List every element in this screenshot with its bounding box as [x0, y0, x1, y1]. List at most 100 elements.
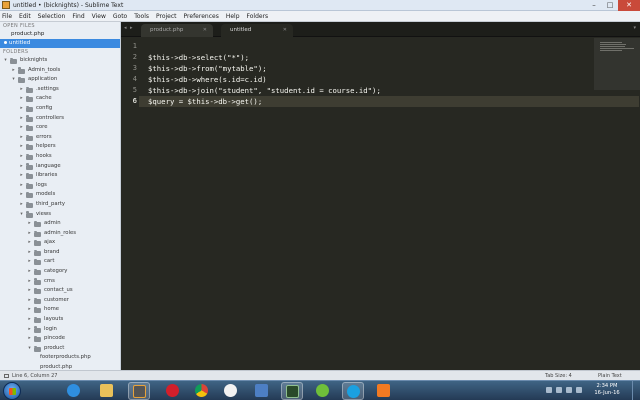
chevron-right-icon[interactable]: ▸ [19, 85, 24, 95]
minimize-button[interactable]: – [586, 0, 602, 11]
chevron-right-icon[interactable]: ▸ [19, 200, 24, 210]
tree-folder-item[interactable]: ▸ cms [0, 277, 120, 287]
tree-folder-item[interactable]: ▸ login [0, 325, 120, 335]
utorrent-icon[interactable] [311, 382, 333, 400]
close-button[interactable]: ✕ [618, 0, 640, 11]
chevron-right-icon[interactable]: ▸ [11, 66, 16, 76]
tree-folder-item[interactable]: ▸ brand [0, 248, 120, 258]
chevron-down-icon[interactable]: ▾ [19, 210, 24, 220]
tab-product-php[interactable]: product.php ✕ [141, 24, 213, 37]
panel-toggle-icon[interactable] [4, 373, 9, 378]
tree-folder-item[interactable]: ▸ logs [0, 181, 120, 191]
tree-folder-item[interactable]: ▸ customer [0, 296, 120, 306]
code-line[interactable]: $this->db->join("student", "student.id =… [148, 86, 381, 95]
code-line[interactable]: $this->db->select("*"); [148, 53, 249, 62]
chevron-right-icon[interactable]: ▸ [19, 152, 24, 162]
tree-folder-item[interactable]: ▸ .settings [0, 85, 120, 95]
maximize-button[interactable]: □ [602, 0, 618, 11]
tree-folder-item[interactable]: ▸ category [0, 267, 120, 277]
tree-folder-item[interactable]: ▸ cart [0, 257, 120, 267]
tree-folder-item[interactable]: ▸ home [0, 305, 120, 315]
menu-preferences[interactable]: Preferences [184, 13, 219, 20]
chrome-icon[interactable] [190, 382, 212, 400]
tree-folder-item[interactable]: ▸ controllers [0, 114, 120, 124]
tree-folder-item[interactable]: ▸ config [0, 104, 120, 114]
sublime-icon[interactable] [128, 382, 150, 400]
network-icon[interactable] [556, 387, 562, 393]
chevron-down-icon[interactable]: ▾ [11, 75, 16, 85]
code-line[interactable]: $this->db->where(s.id=c.id) [148, 75, 267, 84]
chevron-down-icon[interactable]: ▾ [27, 344, 32, 354]
smiley-icon[interactable] [219, 382, 241, 400]
tree-folder-item[interactable]: ▸ libraries [0, 171, 120, 181]
chevron-right-icon[interactable]: ▸ [27, 229, 32, 239]
menu-folders[interactable]: Folders [247, 13, 269, 20]
tab-scroll-left-icon[interactable]: ◂ [124, 25, 127, 31]
chevron-down-icon[interactable]: ▾ [3, 56, 8, 66]
tree-folder-item[interactable]: ▾ views [0, 210, 120, 220]
chevron-right-icon[interactable]: ▸ [27, 219, 32, 229]
tab-untitled[interactable]: untitled ✕ [221, 24, 293, 37]
chevron-right-icon[interactable]: ▸ [19, 190, 24, 200]
chevron-right-icon[interactable]: ▸ [27, 325, 32, 335]
minimap[interactable] [594, 38, 640, 90]
menu-goto[interactable]: Goto [113, 13, 127, 20]
code-line[interactable]: $query = $this->db->get(); [148, 97, 262, 106]
chevron-right-icon[interactable]: ▸ [27, 248, 32, 258]
chevron-right-icon[interactable]: ▸ [27, 267, 32, 277]
menu-find[interactable]: Find [72, 13, 84, 20]
tab-close-icon[interactable]: ✕ [283, 24, 287, 37]
tree-folder-item[interactable]: ▾ bicknights [0, 56, 120, 66]
tree-folder-item[interactable]: ▸ Admin_tools [0, 66, 120, 76]
tree-folder-item[interactable]: ▸ models [0, 190, 120, 200]
tree-folder-item[interactable]: ▸ cache [0, 94, 120, 104]
chevron-right-icon[interactable]: ▸ [19, 123, 24, 133]
chevron-right-icon[interactable]: ▸ [27, 315, 32, 325]
ie-icon[interactable] [62, 382, 84, 400]
menu-view[interactable]: View [92, 13, 106, 20]
battery-icon[interactable] [566, 387, 572, 393]
show-desktop-button[interactable] [632, 381, 640, 400]
menu-project[interactable]: Project [156, 13, 177, 20]
tree-folder-item[interactable]: ▸ errors [0, 133, 120, 143]
tree-folder-item[interactable]: ▸ helpers [0, 142, 120, 152]
code-line[interactable]: $this->db->from("mytable"); [148, 64, 267, 73]
explorer-icon[interactable] [95, 382, 117, 400]
tree-file-item[interactable]: product.php [0, 363, 120, 370]
menu-tools[interactable]: Tools [134, 13, 149, 20]
chevron-right-icon[interactable]: ▸ [19, 133, 24, 143]
skype-icon[interactable] [342, 382, 364, 400]
chevron-right-icon[interactable]: ▸ [19, 181, 24, 191]
open-file-item[interactable]: product.php [0, 30, 120, 39]
chevron-right-icon[interactable]: ▸ [19, 114, 24, 124]
tray-arrow-icon[interactable] [546, 387, 552, 393]
tree-folder-item[interactable]: ▾ application [0, 75, 120, 85]
clock[interactable]: 2:34 PM 16-Jun-16 [590, 383, 624, 397]
volume-icon[interactable] [576, 387, 582, 393]
chevron-right-icon[interactable]: ▸ [19, 162, 24, 172]
opera-icon[interactable] [161, 382, 183, 400]
tree-folder-item[interactable]: ▸ hooks [0, 152, 120, 162]
menu-help[interactable]: Help [226, 13, 240, 20]
tree-folder-item[interactable]: ▸ admin [0, 219, 120, 229]
tab-close-icon[interactable]: ✕ [203, 24, 207, 37]
tab-size-indicator[interactable]: Tab Size: 4 [545, 373, 572, 379]
tree-folder-item[interactable]: ▸ ajax [0, 238, 120, 248]
menu-file[interactable]: File [2, 13, 12, 20]
chevron-right-icon[interactable]: ▸ [27, 238, 32, 248]
tab-list-icon[interactable]: ▾ [633, 25, 636, 31]
syntax-indicator[interactable]: Plain Text [598, 373, 622, 379]
tab-scroll-right-icon[interactable]: ▸ [130, 25, 133, 31]
terminal-icon[interactable] [281, 382, 303, 400]
tree-folder-item[interactable]: ▸ layouts [0, 315, 120, 325]
chevron-right-icon[interactable]: ▸ [19, 171, 24, 181]
tree-folder-item[interactable]: ▾ product [0, 344, 120, 354]
virtualbox-icon[interactable] [250, 382, 272, 400]
tree-folder-item[interactable]: ▸ contact_us [0, 286, 120, 296]
chevron-right-icon[interactable]: ▸ [19, 94, 24, 104]
tree-folder-item[interactable]: ▸ pincode [0, 334, 120, 344]
chevron-right-icon[interactable]: ▸ [19, 104, 24, 114]
tree-folder-item[interactable]: ▸ language [0, 162, 120, 172]
open-file-item-active[interactable]: untitled [0, 39, 120, 48]
xampp-icon[interactable] [372, 382, 394, 400]
